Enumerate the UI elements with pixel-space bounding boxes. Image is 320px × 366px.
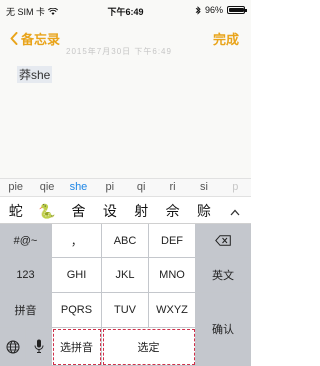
status-bar: 无 SIM 卡 下午6:49 96% bbox=[0, 0, 251, 20]
delete-icon bbox=[215, 235, 231, 246]
candidate[interactable]: 蛇 bbox=[0, 197, 31, 223]
candidate-emoji[interactable]: 🐍 bbox=[31, 197, 62, 223]
battery-percent: 96% bbox=[204, 5, 223, 15]
pinyin-option[interactable]: pi bbox=[94, 179, 125, 196]
candidate[interactable]: 佘 bbox=[157, 197, 188, 223]
mno-key[interactable]: MNO bbox=[149, 258, 196, 293]
delete-key[interactable] bbox=[196, 224, 251, 258]
english-key[interactable]: 英文 bbox=[196, 258, 251, 293]
candidate[interactable]: 设 bbox=[94, 197, 125, 223]
candidate[interactable]: 赊 bbox=[188, 197, 219, 223]
notes-screen: 无 SIM 卡 下午6:49 96% 备忘录 完成 2015年7月30日 下午6… bbox=[0, 0, 251, 366]
expand-candidates-button[interactable] bbox=[220, 197, 251, 223]
keyboard: #@~ ， ABC DEF 123 GHI JKL MNO 英文 拼音 PQRS… bbox=[0, 224, 251, 366]
tuv-key[interactable]: TUV bbox=[102, 293, 149, 328]
status-right: 96% bbox=[195, 5, 247, 15]
jkl-key[interactable]: JKL bbox=[102, 258, 149, 293]
pqrs-key[interactable]: PQRS bbox=[52, 293, 102, 328]
bluetooth-icon bbox=[195, 5, 201, 15]
dictation-key[interactable] bbox=[26, 328, 52, 366]
comma-key[interactable]: ， bbox=[52, 224, 102, 258]
candidate-bar: 蛇 🐍 舍 设 射 佘 赊 bbox=[0, 196, 251, 224]
nav-bar: 备忘录 完成 bbox=[0, 26, 251, 48]
globe-key[interactable] bbox=[0, 328, 26, 366]
pinyin-option[interactable]: qi bbox=[126, 179, 157, 196]
back-label: 备忘录 bbox=[21, 32, 61, 47]
pinyin-option[interactable]: p bbox=[220, 179, 251, 196]
note-composing-text[interactable]: 莽she bbox=[17, 66, 53, 83]
pinyin-option[interactable]: qie bbox=[31, 179, 62, 196]
candidate[interactable]: 舍 bbox=[63, 197, 94, 223]
chevron-up-icon bbox=[230, 209, 240, 216]
pinyin-option-selected[interactable]: she bbox=[63, 179, 94, 196]
pinyin-mode-key[interactable]: 拼音 bbox=[0, 293, 52, 328]
numbers-key[interactable]: 123 bbox=[0, 258, 52, 293]
symbols-key[interactable]: #@~ bbox=[0, 224, 52, 258]
candidate[interactable]: 射 bbox=[126, 197, 157, 223]
chevron-left-icon bbox=[10, 32, 18, 45]
pinyin-option[interactable]: ri bbox=[157, 179, 188, 196]
pinyin-options-bar: pie qie she pi qi ri si p bbox=[0, 178, 251, 196]
select-key[interactable]: 选定 bbox=[102, 328, 196, 366]
globe-icon bbox=[6, 340, 19, 353]
battery-icon bbox=[227, 6, 247, 14]
microphone-icon bbox=[34, 339, 43, 353]
abc-key[interactable]: ABC bbox=[102, 224, 149, 258]
pinyin-option[interactable]: pie bbox=[0, 179, 31, 196]
select-pinyin-key[interactable]: 选拼音 bbox=[52, 328, 102, 366]
done-button[interactable]: 完成 bbox=[213, 29, 239, 48]
pinyin-option[interactable]: si bbox=[188, 179, 219, 196]
def-key[interactable]: DEF bbox=[149, 224, 196, 258]
back-button[interactable]: 备忘录 bbox=[10, 29, 60, 48]
battery-fill bbox=[229, 8, 244, 12]
wxyz-key[interactable]: WXYZ bbox=[149, 293, 196, 328]
note-date: 2015年7月30日 下午6:49 bbox=[66, 47, 172, 56]
ghi-key[interactable]: GHI bbox=[52, 258, 102, 293]
confirm-key[interactable]: 确认 bbox=[196, 293, 251, 366]
